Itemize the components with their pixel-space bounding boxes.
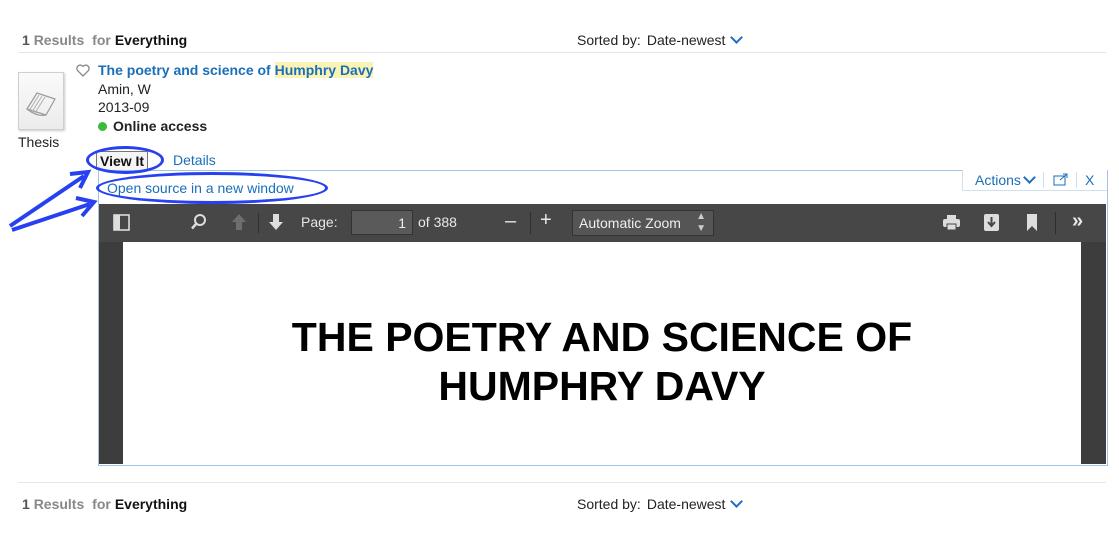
availability-status[interactable]: Online access <box>98 117 207 135</box>
results-for-label: for <box>92 32 111 48</box>
divider <box>530 212 531 234</box>
tools-menu-icon[interactable]: » <box>1072 210 1083 233</box>
thesis-thumbnail <box>18 72 64 130</box>
chevron-down-icon <box>730 495 744 508</box>
heart-icon[interactable] <box>76 64 90 77</box>
page-number-input[interactable] <box>351 210 413 235</box>
search-icon[interactable] <box>190 213 208 231</box>
actions-label: Actions <box>975 172 1021 188</box>
divider-bottom <box>18 482 1106 483</box>
sort-control-bottom[interactable]: Sorted by: Date-newest <box>577 495 744 512</box>
download-icon[interactable] <box>983 213 1000 232</box>
pdf-page: THE POETRY AND SCIENCE OF HUMPHRY DAVY <box>123 242 1081 464</box>
results-summary-bottom: 1 Results for Everything <box>22 496 187 512</box>
chevron-down-icon <box>730 31 744 44</box>
pdf-title-line-1: THE POETRY AND SCIENCE OF <box>291 314 913 360</box>
result-title-link[interactable]: The poetry and science of Humphry Davy <box>98 62 374 78</box>
print-icon[interactable] <box>942 214 961 231</box>
results-count: 1 <box>22 496 30 512</box>
zoom-in-button[interactable]: + <box>540 209 552 232</box>
results-label: Results <box>33 496 85 512</box>
select-arrows-icon: ▲ ▼ <box>696 211 706 234</box>
zoom-value: Automatic Zoom <box>579 215 681 231</box>
pdf-title-line-2: HUMPHRY DAVY <box>438 363 766 409</box>
divider <box>1055 212 1056 234</box>
zoom-select[interactable]: Automatic Zoom ▲ ▼ <box>572 210 714 236</box>
result-date: 2013-09 <box>98 99 150 115</box>
close-panel-button[interactable]: X <box>1085 172 1094 188</box>
pdf-page-title: THE POETRY AND SCIENCE OF HUMPHRY DAVY <box>123 313 1081 411</box>
actions-menu[interactable]: Actions <box>975 171 1036 188</box>
resource-type: Thesis <box>18 134 60 150</box>
annotation-ellipse-open-source <box>96 172 328 204</box>
next-page-icon[interactable] <box>268 213 284 231</box>
results-scope: Everything <box>114 496 188 512</box>
sort-control-top[interactable]: Sorted by: Date-newest <box>577 31 744 48</box>
sidebar-toggle-icon[interactable] <box>113 214 130 231</box>
results-count: 1 <box>22 32 30 48</box>
results-summary-top: 1 Results for Everything <box>22 32 187 48</box>
tab-details[interactable]: Details <box>173 152 216 168</box>
divider <box>258 213 259 233</box>
results-for-label: for <box>92 496 111 512</box>
page-label: Page: <box>301 214 338 230</box>
popout-icon[interactable] <box>1053 173 1069 186</box>
sort-label: Sorted by: <box>577 496 641 512</box>
divider <box>1043 172 1044 188</box>
online-status-dot <box>98 122 107 131</box>
chevron-down-icon <box>1023 171 1036 184</box>
book-icon <box>26 92 56 116</box>
previous-page-icon[interactable] <box>231 213 247 231</box>
zoom-out-button[interactable]: – <box>505 210 516 233</box>
availability-label: Online access <box>113 118 208 134</box>
divider <box>1076 172 1077 188</box>
page-count: of 388 <box>418 214 457 230</box>
sort-label: Sorted by: <box>577 32 641 48</box>
sort-value: Date-newest <box>646 32 726 48</box>
title-text: The poetry and science of <box>98 62 275 78</box>
divider-top <box>18 52 1106 53</box>
results-label: Results <box>33 32 85 48</box>
title-highlight: Humphry Davy <box>274 62 374 78</box>
annotation-arrows <box>8 169 98 232</box>
bookmark-icon[interactable] <box>1026 213 1038 232</box>
result-author: Amin, W <box>98 81 151 97</box>
results-scope: Everything <box>114 32 188 48</box>
sort-value: Date-newest <box>646 496 726 512</box>
